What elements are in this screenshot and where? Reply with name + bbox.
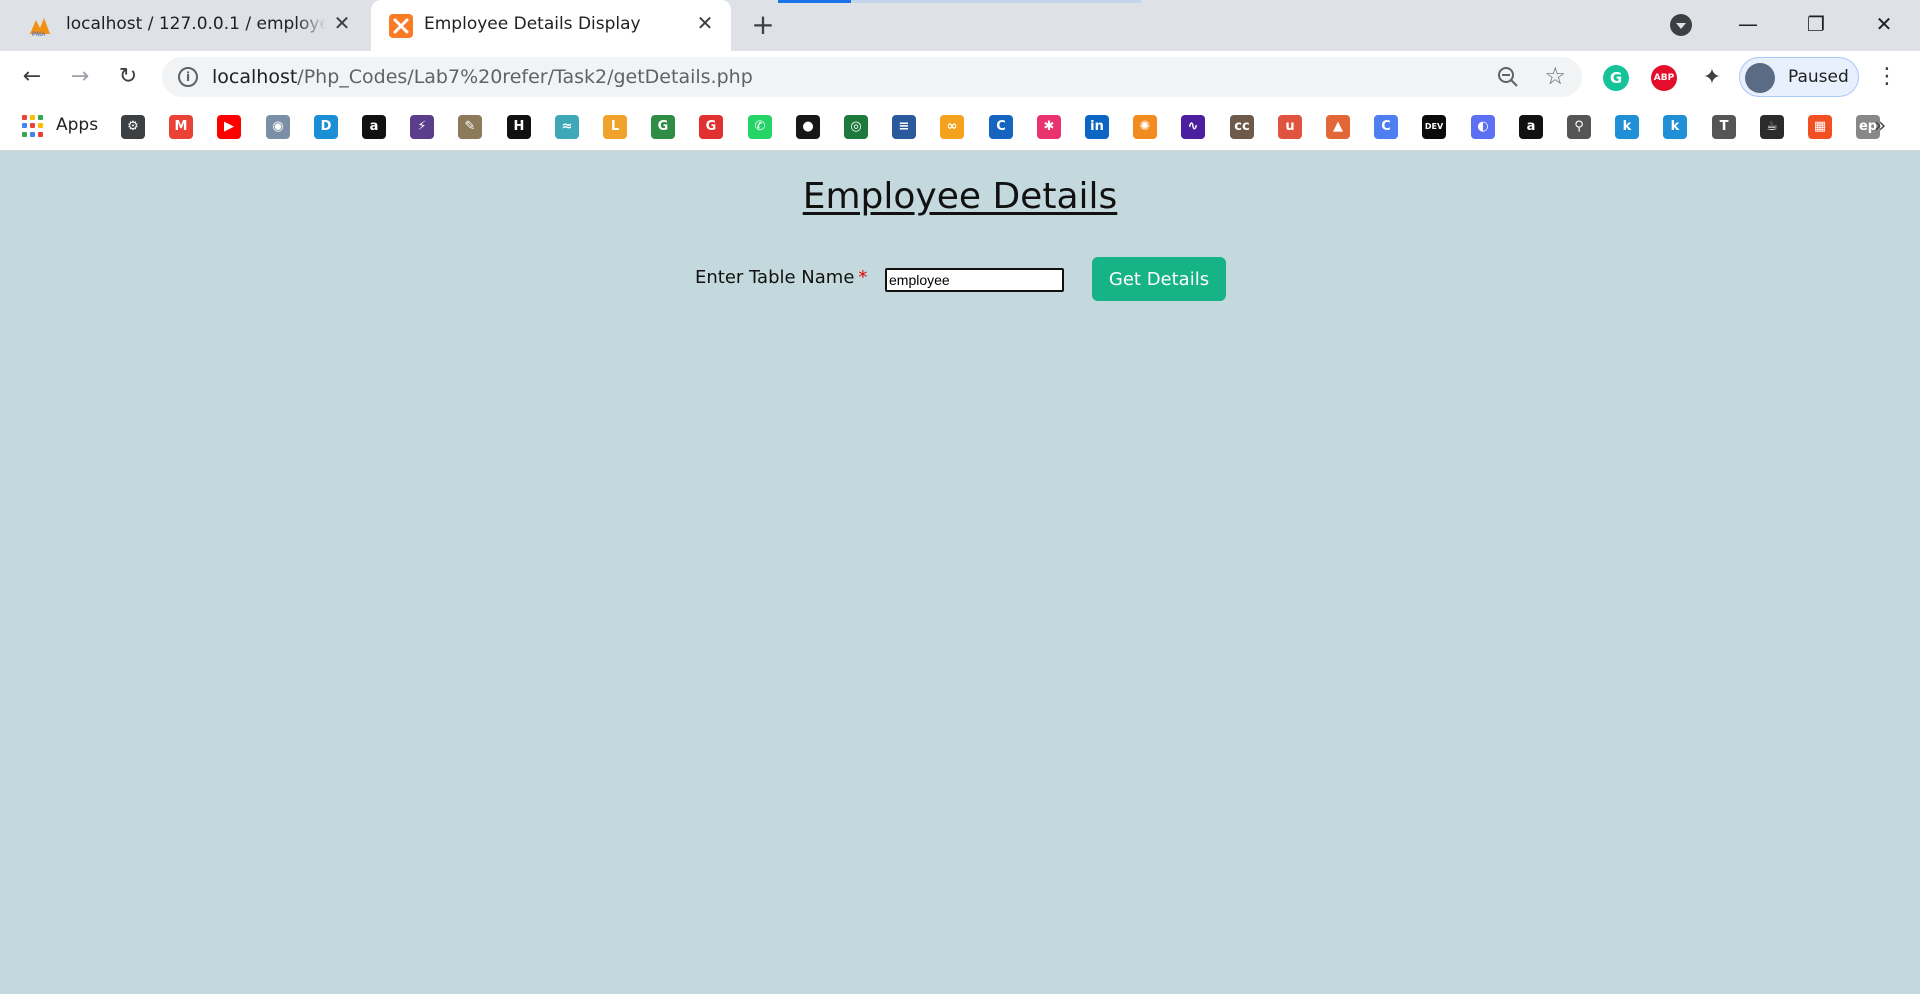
- asterisk-bookmark-icon[interactable]: ✱: [1037, 115, 1061, 139]
- adblock-plus-icon[interactable]: ABP: [1651, 65, 1677, 91]
- gmail-bookmark-icon[interactable]: M: [169, 115, 193, 139]
- geeksforgeeks-bookmark-icon[interactable]: G: [651, 115, 675, 139]
- required-marker: *: [858, 267, 868, 288]
- bookmarks-bar: Apps ⚙ M ▶ ◉ Da ⚡ ✎ H ≈ L G G ✆ ● ◎ ≡ ∞ C ✱ in ✺ ∿ cc u ▲ C DEV ◐ a ⚲…: [0, 103, 1920, 151]
- close-tab-icon[interactable]: ✕: [693, 11, 717, 35]
- tab-phpmyadmin[interactable]: PMA localhost / 127.0.0.1 / employeed ✕: [0, 0, 368, 51]
- udemy-bookmark-icon[interactable]: u: [1278, 115, 1302, 139]
- table-name-label-text: Enter Table Name: [695, 267, 855, 288]
- india-emblem-bookmark-icon[interactable]: ◉: [266, 115, 290, 139]
- k-bookmark-icon[interactable]: k: [1615, 115, 1639, 139]
- minimize-button[interactable]: —: [1728, 8, 1768, 40]
- bookmark-star-icon[interactable]: ☆: [1544, 62, 1566, 90]
- tab-strip: PMA localhost / 127.0.0.1 / employeed ✕ …: [0, 0, 1920, 51]
- loading-progress-bar: [778, 0, 851, 3]
- leetcode-bookmark-icon[interactable]: L: [603, 115, 627, 139]
- url-path: /Php_Codes/Lab7%20refer/Task2/getDetails…: [297, 66, 753, 88]
- grammarly-icon[interactable]: G: [1603, 65, 1629, 91]
- more-bookmarks-icon[interactable]: »: [1874, 113, 1886, 137]
- profile-button[interactable]: Paused: [1739, 57, 1859, 97]
- close-tab-icon[interactable]: ✕: [330, 11, 354, 35]
- youtube-bookmark-icon[interactable]: ▶: [217, 115, 241, 139]
- amazon2-bookmark-icon[interactable]: a: [1519, 115, 1543, 139]
- tab-search-icon[interactable]: [1670, 14, 1692, 36]
- tab-title: localhost / 127.0.0.1 / employeed: [66, 14, 326, 34]
- url-text[interactable]: localhost/Php_Codes/Lab7%20refer/Task2/g…: [212, 66, 753, 88]
- apps-grid-icon[interactable]: [22, 115, 44, 137]
- url-host: localhost: [212, 66, 298, 88]
- green-circle-bookmark-icon[interactable]: ◎: [844, 115, 868, 139]
- loading-progress-track: [851, 0, 1141, 3]
- meet-bookmark-icon[interactable]: ◐: [1471, 115, 1495, 139]
- window-close-button[interactable]: ✕: [1864, 8, 1904, 40]
- table-name-input[interactable]: [885, 268, 1064, 292]
- wave-bookmark-icon[interactable]: ≈: [555, 115, 579, 139]
- coursera-bookmark-icon[interactable]: ∞: [940, 115, 964, 139]
- browser-menu-icon[interactable]: ⋮: [1876, 63, 1898, 91]
- profile-status: Paused: [1788, 67, 1849, 87]
- microsoft-bookmark-icon[interactable]: ▦: [1808, 115, 1832, 139]
- new-tab-button[interactable]: +: [748, 11, 778, 41]
- whatsapp-bookmark-icon[interactable]: ✆: [748, 115, 772, 139]
- k2-bookmark-icon[interactable]: k: [1663, 115, 1687, 139]
- zoom-out-icon[interactable]: [1496, 65, 1520, 89]
- reload-button[interactable]: ↻: [112, 61, 144, 93]
- linkedin-bookmark-icon[interactable]: in: [1085, 115, 1109, 139]
- extensions-puzzle-icon[interactable]: ✦: [1699, 65, 1725, 91]
- get-details-button[interactable]: Get Details: [1092, 257, 1226, 301]
- tab-employee-details[interactable]: Employee Details Display ✕: [371, 0, 731, 51]
- canva-bookmark-icon[interactable]: C: [1374, 115, 1398, 139]
- matlab-bookmark-icon[interactable]: ▲: [1326, 115, 1350, 139]
- settings-bookmark-icon[interactable]: ⚙: [121, 115, 145, 139]
- forward-button[interactable]: →: [64, 61, 96, 93]
- amazon-bookmark-icon[interactable]: a: [362, 115, 386, 139]
- t-bookmark-icon[interactable]: T: [1712, 115, 1736, 139]
- java-bookmark-icon[interactable]: ☕: [1760, 115, 1784, 139]
- dell-bookmark-icon[interactable]: D: [314, 115, 338, 139]
- stack-bookmark-icon[interactable]: ≡: [892, 115, 916, 139]
- sketch-bookmark-icon[interactable]: ✎: [458, 115, 482, 139]
- xampp-icon: [389, 14, 413, 38]
- tab-title: Employee Details Display: [424, 14, 641, 34]
- address-bar[interactable]: i localhost/Php_Codes/Lab7%20refer/Task2…: [162, 57, 1582, 97]
- hackerearth-bookmark-icon[interactable]: H: [507, 115, 531, 139]
- back-button[interactable]: ←: [16, 61, 48, 93]
- chart-bookmark-icon[interactable]: ∿: [1181, 115, 1205, 139]
- dev-bookmark-icon[interactable]: DEV: [1422, 115, 1446, 139]
- restore-button[interactable]: ❐: [1796, 8, 1836, 40]
- avatar: [1745, 63, 1775, 93]
- svg-text:PMA: PMA: [32, 32, 46, 38]
- phpmyadmin-icon: PMA: [30, 18, 50, 38]
- bolt-bookmark-icon[interactable]: ⚡: [410, 115, 434, 139]
- site-info-icon[interactable]: i: [178, 67, 198, 87]
- github-bookmark-icon[interactable]: ●: [796, 115, 820, 139]
- page-content: Employee Details Enter Table Name* Get D…: [0, 152, 1920, 994]
- c-bookmark-icon[interactable]: C: [989, 115, 1013, 139]
- grammar-bookmark-icon[interactable]: G: [699, 115, 723, 139]
- cc-bookmark-icon[interactable]: cc: [1230, 115, 1254, 139]
- magnifier-bookmark-icon[interactable]: ⚲: [1567, 115, 1591, 139]
- page-title: Employee Details: [802, 176, 1118, 217]
- apps-label[interactable]: Apps: [56, 115, 98, 135]
- table-name-label: Enter Table Name *: [695, 267, 867, 288]
- browser-toolbar: ← → ↻ i localhost/Php_Codes/Lab7%20refer…: [0, 51, 1920, 103]
- sun-bookmark-icon[interactable]: ✺: [1133, 115, 1157, 139]
